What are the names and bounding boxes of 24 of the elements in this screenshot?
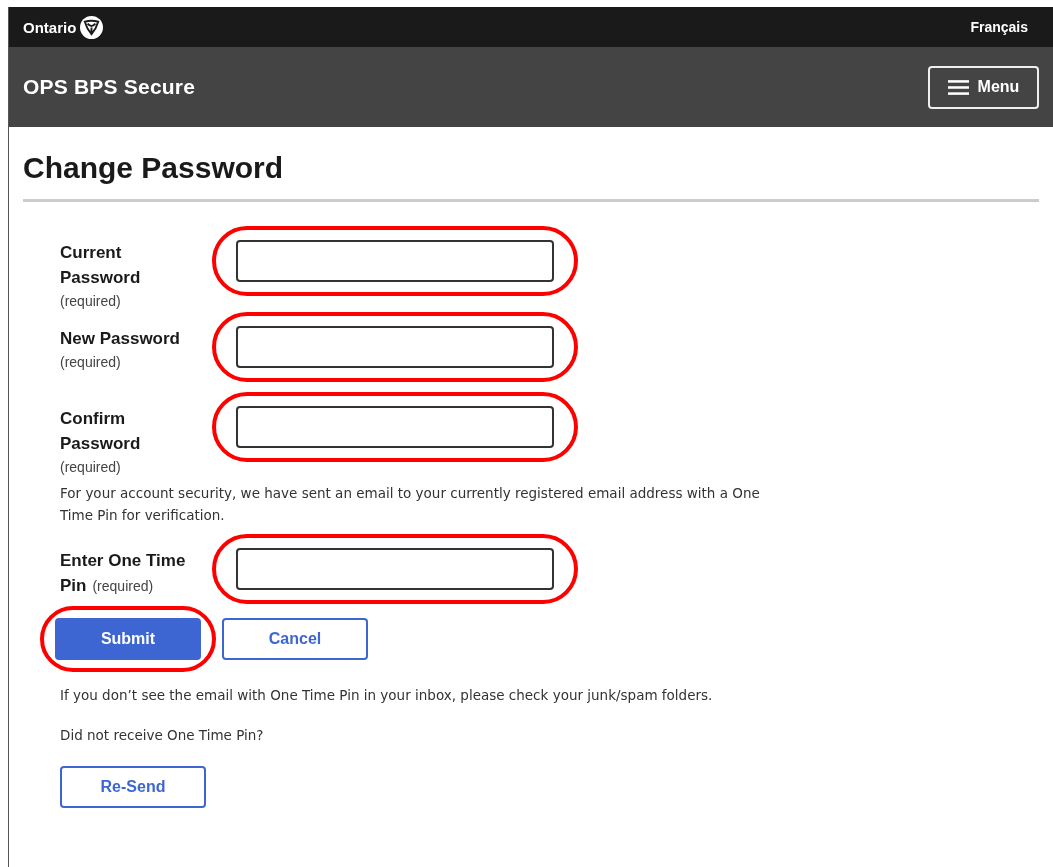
trillium-logo-icon: [80, 15, 104, 39]
site-title: OPS BPS Secure: [23, 75, 196, 99]
menu-icon: [947, 79, 969, 95]
input-field[interactable]: [236, 548, 554, 590]
required-note: (required): [60, 458, 122, 477]
security-message: For your account security, we have sent an email to your currently registered email address with a One Time Pin for verification.: [60, 484, 760, 525]
field-label: Enter One Time Pin (required): [60, 550, 187, 597]
spam-hint: If you don’t see the email with One Time Pin in your inbox, please check your junk/spam folders.: [60, 686, 714, 705]
menu-button[interactable]: Menu: [928, 65, 1039, 109]
page-title: Change Password: [23, 151, 285, 185]
input-field[interactable]: [236, 406, 554, 448]
brand-name[interactable]: Ontario: [23, 18, 77, 36]
field-label: Current Password: [60, 242, 142, 289]
input-field[interactable]: [236, 326, 554, 368]
required-note: (required): [60, 353, 122, 372]
submit-button[interactable]: Submit: [55, 618, 201, 660]
resend-prompt: Did not receive One Time Pin?: [60, 726, 265, 745]
language-link[interactable]: Français: [970, 19, 1028, 35]
field-label: Confirm Password: [60, 408, 142, 455]
field-label: New Password: [60, 328, 181, 350]
resend-button[interactable]: Re-Send: [60, 766, 206, 808]
required-note: (required): [60, 292, 122, 311]
input-field[interactable]: [236, 240, 554, 282]
cancel-button[interactable]: Cancel: [222, 618, 368, 660]
